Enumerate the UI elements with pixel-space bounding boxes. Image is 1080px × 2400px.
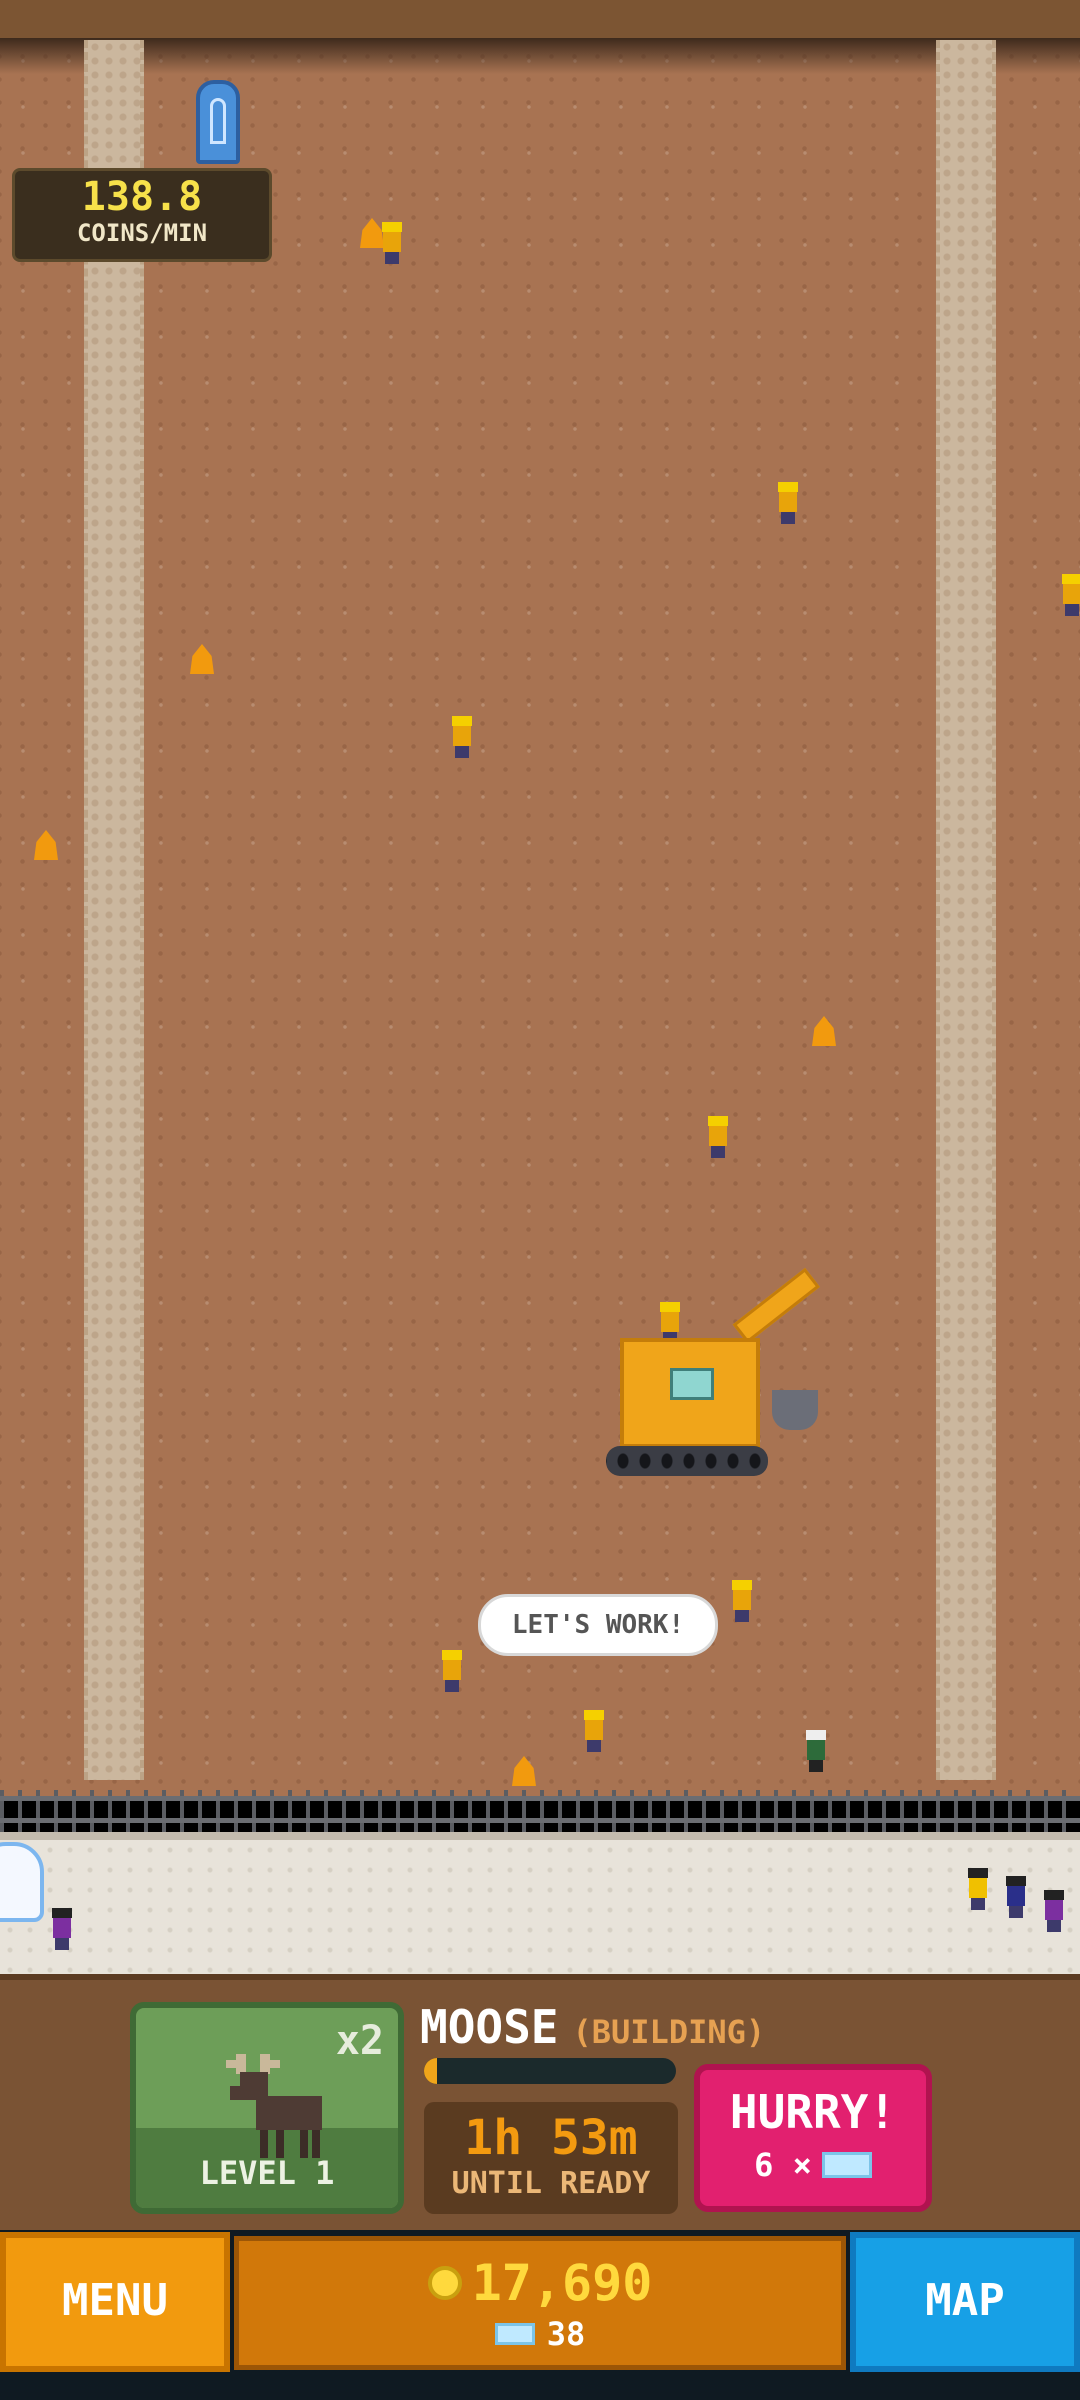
worker xyxy=(380,222,404,264)
sidewalk xyxy=(0,1832,1080,1982)
pedestrian xyxy=(1004,1876,1028,1918)
fence xyxy=(0,1790,1080,1832)
worker xyxy=(706,1116,730,1158)
moose-icon xyxy=(226,2054,322,2158)
worker xyxy=(804,1730,828,1772)
speech-bubble: LET'S WORK! xyxy=(478,1594,718,1656)
worker xyxy=(730,1580,754,1622)
hurry-label: HURRY! xyxy=(729,2085,897,2139)
game-screen[interactable]: 138.8 COINS/MIN LET'S WORK! x2 LEVEL 1 M… xyxy=(0,0,1080,2400)
build-progress-fill xyxy=(424,2058,437,2084)
excavator-icon[interactable] xyxy=(600,1267,830,1488)
pedestrian xyxy=(966,1868,990,1910)
portal-sign-icon[interactable] xyxy=(196,80,240,164)
worker xyxy=(450,716,474,758)
excavator-window xyxy=(670,1368,714,1400)
excavator-track xyxy=(606,1446,768,1476)
top-border xyxy=(0,0,1080,38)
pedestrian xyxy=(1042,1890,1066,1932)
level-label: LEVEL 1 xyxy=(199,2154,335,2192)
ghost-character-icon[interactable] xyxy=(0,1842,44,1922)
pedestrian xyxy=(50,1908,74,1950)
coins-per-minute-value: 138.8 xyxy=(81,174,203,220)
moose-card[interactable]: x2 LEVEL 1 xyxy=(130,2002,404,2214)
hurry-cost-text: 6 × xyxy=(754,2146,812,2184)
coin-icon xyxy=(427,2266,462,2300)
time-left: 1h 53m xyxy=(464,2110,638,2166)
left-path xyxy=(84,40,144,1780)
right-path xyxy=(936,40,996,1780)
map-button[interactable]: MAP xyxy=(850,2232,1080,2372)
currency-panel: 17,690 38 xyxy=(234,2236,846,2370)
build-progress-bar xyxy=(424,2058,676,2084)
multiplier-label: x2 xyxy=(335,2018,384,2064)
hurry-button[interactable]: HURRY! 6 × xyxy=(694,2064,932,2212)
worker xyxy=(582,1710,606,1752)
hurry-cost: 6 × xyxy=(700,2146,926,2184)
gem-icon xyxy=(494,2323,535,2345)
excavator-bucket xyxy=(772,1390,818,1430)
building-title: MOOSE (BUILDING) xyxy=(420,2002,765,2052)
coin-balance: 17,690 xyxy=(239,2255,841,2311)
timer-box: 1h 53m UNTIL READY xyxy=(424,2102,678,2214)
gem-icon xyxy=(821,2152,872,2178)
coins-per-minute-box: 138.8 COINS/MIN xyxy=(12,168,272,262)
menu-button[interactable]: MENU xyxy=(0,2232,230,2372)
gem-balance-value: 38 xyxy=(546,2315,586,2353)
worker xyxy=(776,482,800,524)
building-status: (BUILDING) xyxy=(572,2013,766,2051)
time-left-label: UNTIL READY xyxy=(451,2166,651,2201)
field-shadow xyxy=(0,38,1080,74)
dig-field[interactable] xyxy=(0,38,1080,1800)
coin-balance-value: 17,690 xyxy=(471,2254,653,2312)
worker xyxy=(440,1650,464,1692)
building-name: MOOSE xyxy=(420,2000,559,2054)
coins-per-minute-label: COINS/MIN xyxy=(76,219,208,247)
gem-balance: 38 xyxy=(239,2315,841,2353)
worker xyxy=(1060,574,1080,616)
